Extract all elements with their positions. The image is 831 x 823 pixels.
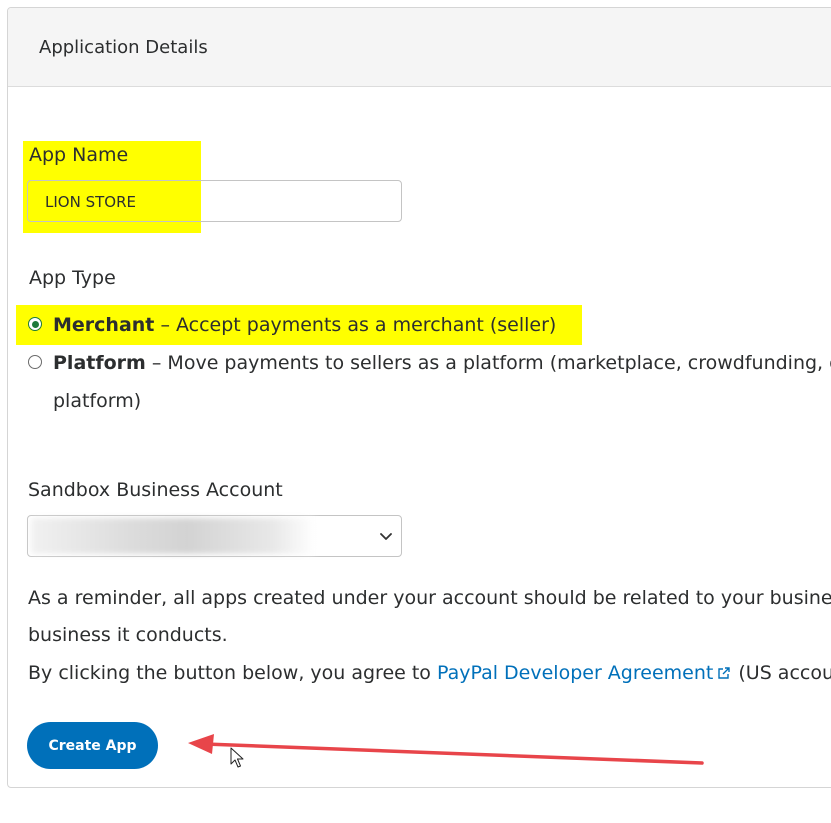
app-name-value: LION STORE bbox=[45, 193, 136, 211]
external-link-icon bbox=[718, 667, 731, 679]
platform-option-name: Platform bbox=[53, 352, 146, 374]
agreement-suffix: (US accou bbox=[738, 662, 831, 684]
app-name-input[interactable]: LION STORE bbox=[27, 180, 402, 222]
merchant-option-name: Merchant bbox=[53, 314, 155, 336]
agreement-prefix: By clicking the button below, you agree … bbox=[28, 662, 431, 684]
sandbox-account-label: Sandbox Business Account bbox=[28, 479, 283, 501]
card-title: Application Details bbox=[39, 37, 208, 58]
sandbox-account-select[interactable] bbox=[27, 515, 402, 557]
platform-option-continuation: platform) bbox=[53, 390, 142, 412]
agreement-line: By clicking the button below, you agree … bbox=[28, 662, 831, 684]
merchant-option[interactable]: Merchant – Accept payments as a merchant… bbox=[53, 314, 556, 336]
platform-option-desc: – Move payments to sellers as a platform… bbox=[151, 352, 831, 374]
developer-agreement-link-text: PayPal Developer Agreement bbox=[436, 662, 714, 684]
platform-option[interactable]: Platform – Move payments to sellers as a… bbox=[53, 352, 831, 374]
reminder-line-1: As a reminder, all apps created under yo… bbox=[28, 587, 831, 609]
developer-agreement-link[interactable]: PayPal Developer Agreement bbox=[437, 662, 732, 684]
chevron-down-icon bbox=[380, 533, 392, 540]
reminder-line-2: business it conducts. bbox=[28, 624, 228, 646]
obscured-account-value bbox=[31, 518, 315, 554]
app-type-label: App Type bbox=[29, 267, 116, 289]
create-app-button[interactable]: Create App bbox=[27, 722, 158, 769]
platform-radio[interactable] bbox=[28, 355, 42, 369]
card-header: Application Details bbox=[8, 8, 831, 87]
application-details-card: Application Details App Name LION STORE … bbox=[7, 7, 831, 788]
app-name-label: App Name bbox=[29, 144, 129, 166]
merchant-radio[interactable] bbox=[28, 317, 42, 331]
merchant-option-desc: – Accept payments as a merchant (seller) bbox=[160, 314, 557, 336]
